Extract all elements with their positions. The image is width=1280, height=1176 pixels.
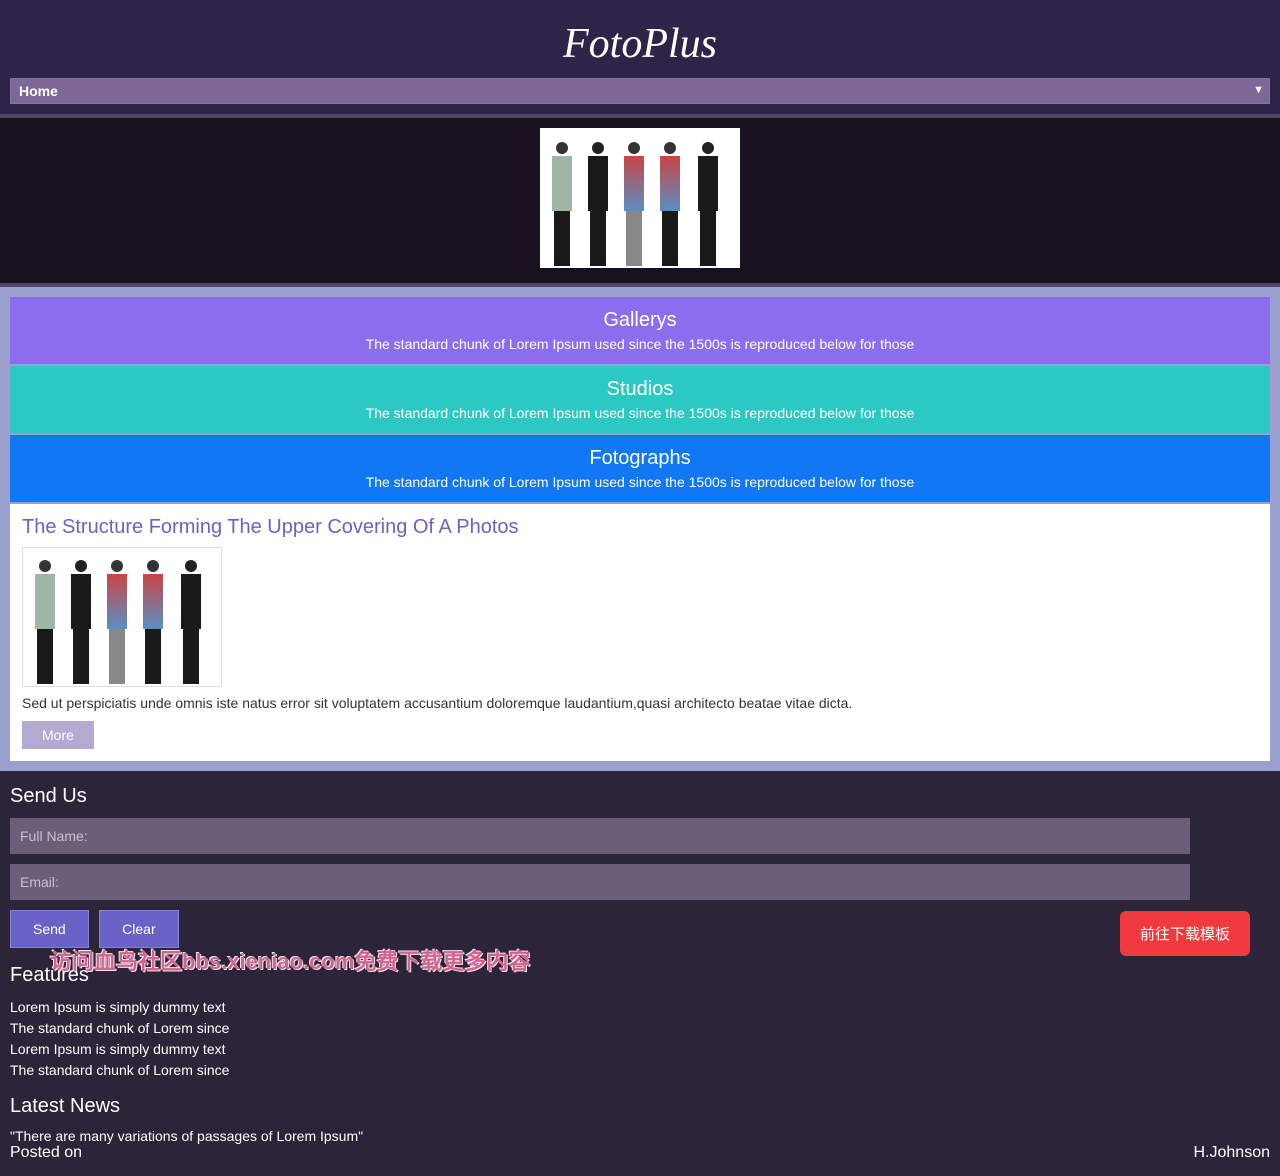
article: The Structure Forming The Upper Covering… — [10, 504, 1270, 761]
category-desc: The standard chunk of Lorem Ipsum used s… — [10, 336, 1270, 352]
clear-button[interactable]: Clear — [99, 910, 178, 948]
list-item[interactable]: Lorem Ipsum is simply dummy text — [10, 997, 1270, 1018]
form-buttons: Send Clear — [10, 910, 1270, 948]
hero-image — [540, 128, 740, 268]
send-button[interactable]: Send — [10, 910, 89, 948]
email-input[interactable] — [10, 864, 1190, 900]
header: FotoPlus Home ▼ — [0, 0, 1280, 114]
logo: FotoPlus — [0, 15, 1280, 78]
download-template-button[interactable]: 前往下载模板 — [1120, 911, 1250, 956]
list-item[interactable]: The standard chunk of Lorem since — [10, 1060, 1270, 1081]
more-button[interactable]: More — [22, 721, 94, 749]
footer: Send Us Send Clear Features Lorem Ipsum … — [0, 771, 1280, 1176]
hero-banner — [0, 114, 1280, 287]
features-title: Features — [10, 964, 1270, 987]
nav-select[interactable]: Home — [10, 78, 1270, 104]
article-title: The Structure Forming The Upper Covering… — [22, 516, 1258, 539]
author-name: H.Johnson — [1194, 1144, 1271, 1162]
category-gallerys[interactable]: Gallerys The standard chunk of Lorem Ips… — [10, 297, 1270, 364]
latest-news-title: Latest News — [10, 1095, 1270, 1118]
send-us-title: Send Us — [10, 785, 1270, 808]
nav-container: Home ▼ — [0, 78, 1280, 104]
features-section: Features Lorem Ipsum is simply dummy tex… — [10, 964, 1270, 1081]
full-name-input[interactable] — [10, 818, 1190, 854]
category-desc: The standard chunk of Lorem Ipsum used s… — [10, 474, 1270, 490]
list-item[interactable]: The standard chunk of Lorem since — [10, 1018, 1270, 1039]
main-content: Gallerys The standard chunk of Lorem Ips… — [0, 287, 1280, 771]
category-desc: The standard chunk of Lorem Ipsum used s… — [10, 405, 1270, 421]
features-list: Lorem Ipsum is simply dummy text The sta… — [10, 997, 1270, 1081]
category-title: Fotographs — [10, 447, 1270, 470]
category-title: Studios — [10, 378, 1270, 401]
category-title: Gallerys — [10, 309, 1270, 332]
list-item[interactable]: Lorem Ipsum is simply dummy text — [10, 1039, 1270, 1060]
posted-on-label: Posted on — [10, 1144, 82, 1162]
latest-news-section: Latest News "There are many variations o… — [10, 1095, 1270, 1162]
article-body: Sed ut perspiciatis unde omnis iste natu… — [22, 695, 1258, 711]
category-studios[interactable]: Studios The standard chunk of Lorem Ipsu… — [10, 366, 1270, 433]
article-image — [22, 547, 222, 687]
latest-news-quote: "There are many variations of passages o… — [10, 1128, 1270, 1144]
category-fotographs[interactable]: Fotographs The standard chunk of Lorem I… — [10, 435, 1270, 502]
